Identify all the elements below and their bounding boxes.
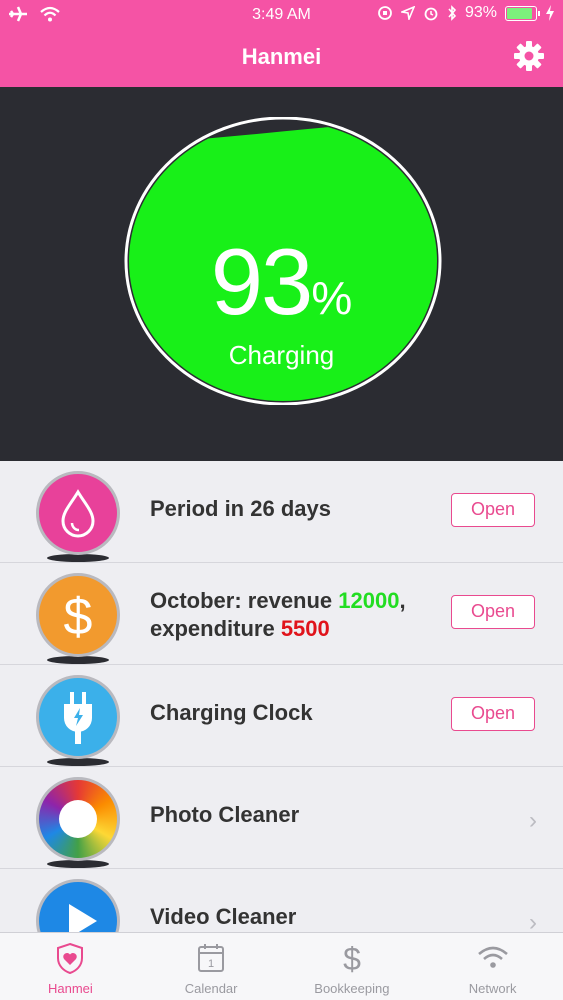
tab-hanmei[interactable]: Hanmei [0, 933, 141, 1000]
chevron-right-icon: › [529, 807, 537, 834]
open-button[interactable]: Open [451, 493, 535, 527]
top-bar: 3:49 AM 93% Hanmei [0, 0, 563, 87]
feature-list: Period in 26 days Open $ October: revenu… [0, 461, 563, 971]
tab-label: Calendar [184, 981, 238, 996]
tab-bar: Hanmei 1 Calendar $ Bookkeeping Network [0, 932, 563, 1000]
tab-bookkeeping[interactable]: $ Bookkeeping [282, 933, 423, 1000]
plug-icon [36, 675, 120, 766]
tab-label: Bookkeeping [314, 981, 390, 996]
tab-calendar[interactable]: 1 Calendar [141, 933, 282, 1000]
gear-icon[interactable] [513, 40, 545, 72]
expenditure-value: 5500 [280, 616, 330, 641]
wifi-icon [477, 946, 508, 968]
battery-icon [505, 5, 540, 21]
svg-text:$: $ [343, 941, 361, 975]
revenue-value: 12000 [338, 588, 400, 613]
video-cleaner-label: Video Cleaner [150, 904, 297, 929]
battery-percent: 93% [464, 4, 497, 21]
list-item-period[interactable]: Period in 26 days Open [0, 461, 563, 563]
drop-icon [36, 471, 120, 562]
lock-rotation-icon [378, 6, 392, 20]
charging-status: Charging [228, 340, 335, 370]
page-title: Hanmei [241, 44, 322, 69]
battery-percent-value: 93 [210, 229, 314, 334]
tab-label: Network [468, 981, 517, 996]
photo-cleaner-label: Photo Cleaner [150, 802, 300, 827]
period-label: Period in 26 days [150, 496, 331, 521]
calendar-icon: 1 [198, 944, 225, 972]
percent-sign: % [311, 272, 353, 324]
photo-wheel-icon [36, 777, 120, 868]
alarm-icon [424, 7, 438, 21]
open-button[interactable]: Open [451, 595, 535, 629]
shield-heart-icon [57, 942, 84, 975]
list-item-charging-clock[interactable]: Charging Clock Open [0, 665, 563, 767]
list-item-bookkeeping[interactable]: $ October: revenue 12000, expenditure 55… [0, 563, 563, 665]
tab-label: Hanmei [47, 981, 93, 996]
battery-percentage: 93% [0, 228, 563, 336]
charging-clock-label: Charging Clock [150, 700, 313, 725]
finance-label: October: revenue 12000, expenditure 5500 [150, 588, 406, 641]
open-button[interactable]: Open [451, 697, 535, 731]
status-bar: 3:49 AM 93% [0, 0, 563, 30]
dollar-icon: $ [36, 573, 120, 664]
charging-bolt-icon [546, 5, 554, 21]
list-item-photo-cleaner[interactable]: Photo Cleaner › [0, 767, 563, 869]
calendar-day: 1 [208, 958, 214, 970]
location-arrow-icon [400, 6, 415, 20]
svg-text:$: $ [64, 588, 93, 646]
bluetooth-icon [448, 5, 457, 21]
tab-network[interactable]: Network [422, 933, 563, 1000]
dollar-icon: $ [343, 941, 361, 975]
